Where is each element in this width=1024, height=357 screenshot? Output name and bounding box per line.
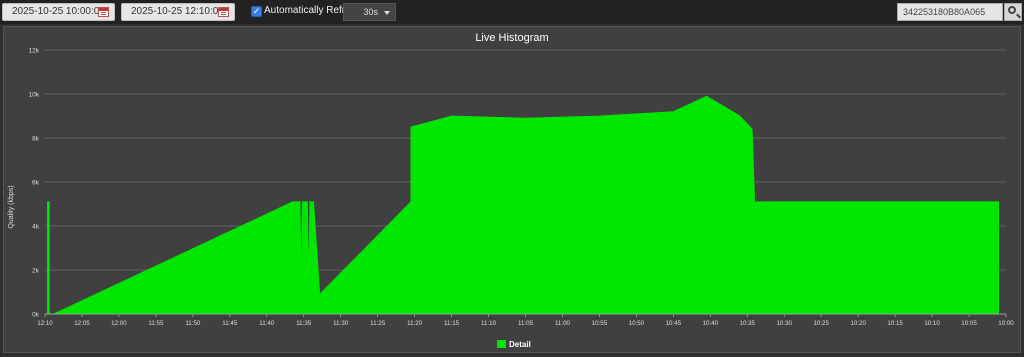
legend[interactable]: Detail: [497, 340, 531, 349]
x-tick-label: 10:10: [924, 320, 940, 327]
y-tick-label: 4k: [32, 224, 40, 231]
x-tick-label: 11:15: [444, 320, 460, 327]
legend-swatch-detail: [497, 340, 506, 348]
x-tick-label: 10:25: [813, 320, 829, 327]
x-tick-label: 11:05: [518, 320, 534, 327]
y-tick-label: 12k: [29, 48, 40, 55]
x-tick-label: 10:55: [592, 320, 608, 327]
x-tick-label: 11:25: [370, 320, 386, 327]
x-tick-label: 10:50: [629, 320, 645, 327]
x-tick-label: 12:00: [111, 320, 127, 327]
refresh-interval-value: 30s: [363, 7, 378, 17]
x-tick-label: 10:15: [887, 320, 903, 327]
end-date-value: 2025-10-25 12:10:00: [131, 6, 224, 17]
auto-refresh-checkbox[interactable]: ✓: [251, 6, 262, 17]
chevron-down-icon: [384, 11, 390, 15]
y-tick-label: 8k: [32, 136, 40, 143]
legend-label-detail: Detail: [509, 340, 531, 349]
live-histogram-chart: Live Histogram 0k 2k 4k 6k 8k 10k 12k 12:10 12:…: [8, 32, 1014, 349]
start-date-field[interactable]: 2025-10-25 10:00:00: [2, 3, 115, 21]
y-tick-label: 10k: [29, 92, 40, 99]
refresh-interval-select[interactable]: 30s: [343, 3, 396, 21]
x-tick-label: 10:40: [703, 320, 719, 327]
x-tick-label: 11:55: [148, 320, 164, 327]
x-tick-label: 10:45: [666, 320, 682, 327]
x-tick-label: 11:00: [555, 320, 571, 327]
x-tick-label: 10:30: [776, 320, 792, 327]
x-tick-label: 11:20: [407, 320, 423, 327]
x-tick-label: 10:20: [850, 320, 866, 327]
search-button[interactable]: [1004, 3, 1022, 21]
x-tick-label: 12:05: [74, 320, 90, 327]
calendar-icon[interactable]: [98, 7, 109, 17]
chart-title: Live Histogram: [475, 32, 548, 44]
x-tick-label: 11:50: [185, 320, 201, 327]
x-tick-label: 10:05: [961, 320, 977, 327]
search-input[interactable]: [897, 3, 1003, 21]
x-tick-label: 12:10: [37, 320, 53, 327]
search-icon: [1008, 6, 1016, 14]
start-date-value: 2025-10-25 10:00:00: [12, 6, 105, 17]
y-tick-label: 0k: [32, 312, 40, 319]
series-detail-area: [47, 95, 1000, 315]
y-axis-label: Quality (kbps): [8, 185, 15, 228]
y-tick-label: 2k: [32, 268, 40, 275]
y-tick-label: 6k: [32, 180, 40, 187]
x-tick-label: 11:45: [222, 320, 238, 327]
x-tick-label: 11:30: [333, 320, 349, 327]
x-tick-label: 10:00: [998, 320, 1014, 327]
end-date-field[interactable]: 2025-10-25 12:10:00: [121, 3, 235, 21]
x-tick-label: 10:35: [740, 320, 756, 327]
histogram-panel: Live Histogram 0k 2k 4k 6k 8k 10k 12k 12:10 12:…: [3, 26, 1021, 353]
x-tick-label: 11:40: [259, 320, 275, 327]
x-tick-label: 11:10: [481, 320, 497, 327]
top-toolbar: 2025-10-25 10:00:00 2025-10-25 12:10:00 …: [0, 0, 1024, 24]
x-tick-label: 11:35: [296, 320, 312, 327]
calendar-icon[interactable]: [218, 7, 229, 17]
